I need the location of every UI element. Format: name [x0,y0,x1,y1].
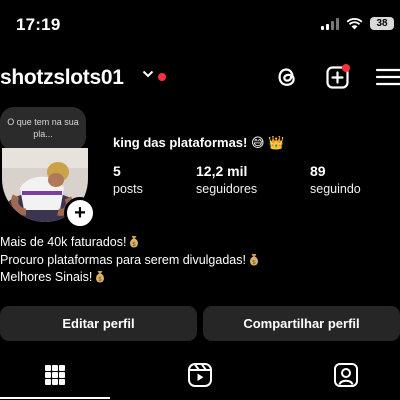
username[interactable]: shotzslots01 [0,66,124,90]
money-bag-icon: $ [130,236,139,248]
money-bag-icon: $ [250,253,258,266]
stat-following-label: seguindo [310,182,361,196]
chevron-down-icon[interactable] [142,69,154,79]
menu-icon[interactable] [374,64,400,90]
stat-posts-label: posts [113,182,143,196]
svg-text:$: $ [133,241,137,248]
bio-line: Melhores Sinais! $ [0,269,260,287]
signal-icon [321,17,339,30]
note-text: O que tem na sua pla... [7,117,79,139]
stat-posts-value: 5 [113,163,121,179]
stat-followers-label: seguidores [196,182,258,196]
share-profile-button[interactable]: Compartilhar perfil [203,306,400,341]
threads-icon[interactable] [274,64,300,90]
status-time: 17:19 [16,15,61,34]
tab-tagged[interactable] [332,361,360,389]
stat-posts[interactable]: 5 posts [113,163,143,196]
bio: Mais de 40k faturados! $ Procuro platafor… [0,234,260,287]
stat-followers[interactable]: 12,2 mil seguidores [196,163,257,196]
stat-following[interactable]: 89 seguindo [310,163,361,196]
wifi-icon [346,17,363,29]
status-bar: 17:19 38 [0,0,400,44]
create-post-icon[interactable] [325,64,351,90]
battery-icon: 38 [370,17,394,30]
tab-grid[interactable] [41,361,69,389]
tab-reels[interactable] [186,361,214,389]
money-bag-icon: $ [96,271,105,283]
bio-line: Procuro plataformas para serem divulgada… [0,252,260,270]
notification-dot [158,73,166,81]
stat-followers-value: 12,2 mil [196,163,248,179]
note-bubble[interactable]: O que tem na sua pla... [0,107,86,151]
reels-icon [188,363,212,387]
tagged-icon [334,363,358,387]
svg-text:$: $ [98,276,102,283]
grid-icon [45,365,65,385]
svg-text:$: $ [252,259,256,266]
bio-line: Mais de 40k faturados! $ [0,234,260,252]
tab-active-indicator [0,397,110,399]
add-story-button[interactable]: + [64,197,96,229]
profile-header: shotzslots01 [0,55,400,99]
display-name: king das plataformas! 😅 👑 [113,135,285,150]
status-icons: 38 [321,17,394,30]
profile-tab-bar [0,356,400,400]
edit-profile-button[interactable]: Editar perfil [0,306,197,341]
stat-following-value: 89 [310,163,326,179]
